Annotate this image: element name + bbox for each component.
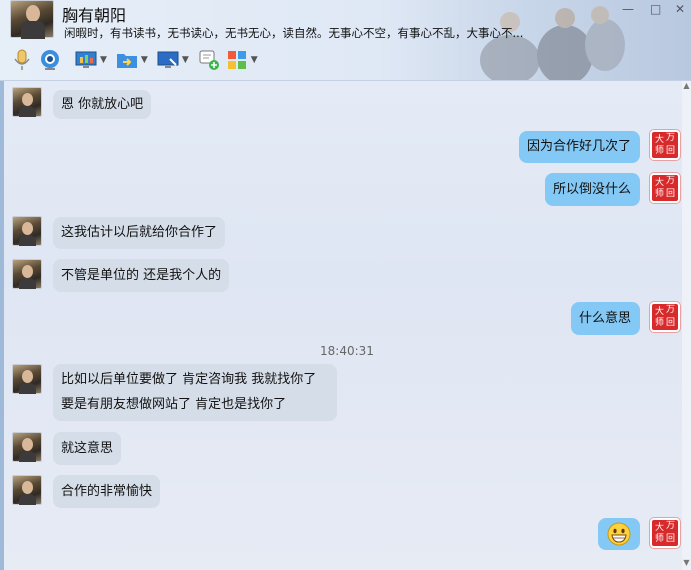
file-transfer-icon[interactable] bbox=[115, 48, 139, 72]
screen-share-icon[interactable] bbox=[74, 48, 98, 72]
message-timestamp: 18:40:31 bbox=[320, 344, 374, 358]
avatar-char: 万 bbox=[666, 521, 676, 531]
sender-avatar[interactable] bbox=[12, 216, 42, 246]
avatar-char: 大 bbox=[655, 135, 665, 145]
avatar-char: 师 bbox=[655, 189, 665, 199]
message-bubble-outgoing[interactable]: 所以倒没什么 bbox=[545, 173, 640, 206]
message-bubble-incoming[interactable]: 恩 你就放心吧 bbox=[53, 90, 152, 119]
message-bubble-outgoing[interactable] bbox=[598, 518, 640, 550]
avatar-char: 回 bbox=[666, 146, 676, 156]
scrollbar[interactable] bbox=[682, 81, 691, 570]
chevron-down-icon[interactable]: ▼ bbox=[100, 55, 107, 65]
remote-desktop-icon[interactable] bbox=[156, 48, 180, 72]
message-bubble-incoming[interactable]: 就这意思 bbox=[53, 432, 122, 465]
user-avatar[interactable]: 大 万 师 回 bbox=[650, 302, 680, 332]
sender-avatar[interactable] bbox=[12, 87, 42, 117]
scroll-up-arrow-icon[interactable]: ▲ bbox=[682, 81, 691, 91]
avatar-char: 万 bbox=[666, 133, 676, 143]
message-bubble-outgoing[interactable]: 什么意思 bbox=[571, 302, 640, 335]
grinning-face-emoji-icon bbox=[607, 522, 631, 546]
message-line: 比如以后单位要做了 肯定咨询我 我就找你了 bbox=[61, 372, 317, 387]
message-bubble-incoming[interactable]: 不管是单位的 还是我个人的 bbox=[53, 259, 230, 292]
sender-avatar[interactable] bbox=[12, 364, 42, 394]
sender-avatar[interactable] bbox=[12, 432, 42, 462]
message-bubble-incoming[interactable]: 比如以后单位要做了 肯定咨询我 我就找你了 要是有朋友想做网站了 肯定也是找你了 bbox=[53, 364, 337, 421]
avatar-char: 师 bbox=[655, 318, 665, 328]
chevron-down-icon[interactable]: ▼ bbox=[141, 55, 148, 65]
avatar-char: 万 bbox=[666, 176, 676, 186]
contact-name: 胸有朝阳 bbox=[62, 6, 127, 25]
contact-signature: 闲暇时，有书读书，无书读心，无书无心，读自然。无事心不空，有事心不乱，大事心不.… bbox=[64, 26, 524, 40]
avatar-char: 回 bbox=[666, 318, 676, 328]
message-bubble-incoming[interactable]: 这我估计以后就给你合作了 bbox=[53, 217, 226, 249]
user-avatar[interactable]: 大 万 师 回 bbox=[650, 173, 680, 203]
avatar-char: 大 bbox=[655, 307, 665, 317]
message-bubble-outgoing[interactable]: 因为合作好几次了 bbox=[519, 131, 640, 163]
avatar-char: 师 bbox=[655, 146, 665, 156]
new-chat-icon[interactable] bbox=[197, 48, 221, 72]
avatar-char: 师 bbox=[655, 534, 665, 544]
sender-avatar[interactable] bbox=[12, 259, 42, 289]
microphone-icon[interactable] bbox=[10, 48, 34, 72]
apps-icon[interactable] bbox=[225, 48, 249, 72]
scroll-down-arrow-icon[interactable]: ▼ bbox=[682, 558, 691, 568]
user-avatar[interactable]: 大 万 师 回 bbox=[650, 518, 680, 548]
chevron-down-icon[interactable]: ▼ bbox=[251, 55, 258, 65]
user-avatar[interactable]: 大 万 师 回 bbox=[650, 130, 680, 160]
video-camera-icon[interactable] bbox=[38, 48, 62, 72]
toolbar: ▼ ▼ ▼ ▼ bbox=[10, 46, 266, 74]
avatar-char: 回 bbox=[666, 534, 676, 544]
message-bubble-incoming[interactable]: 合作的非常愉快 bbox=[53, 475, 161, 508]
left-border bbox=[0, 81, 4, 570]
chevron-down-icon[interactable]: ▼ bbox=[182, 55, 189, 65]
avatar-char: 回 bbox=[666, 189, 676, 199]
avatar-char: 大 bbox=[655, 178, 665, 188]
chat-header: 胸有朝阳 闲暇时，有书读书，无书读心，无书无心，读自然。无事心不空，有事心不乱，… bbox=[0, 0, 691, 81]
minimize-button[interactable]: — bbox=[622, 2, 634, 16]
sender-avatar[interactable] bbox=[12, 475, 42, 505]
close-button[interactable]: ✕ bbox=[675, 2, 685, 16]
avatar-char: 万 bbox=[666, 305, 676, 315]
contact-avatar[interactable] bbox=[10, 0, 54, 39]
message-line: 要是有朋友想做网站了 肯定也是找你了 bbox=[61, 397, 287, 412]
maximize-button[interactable]: □ bbox=[650, 2, 661, 16]
avatar-char: 大 bbox=[655, 523, 665, 533]
